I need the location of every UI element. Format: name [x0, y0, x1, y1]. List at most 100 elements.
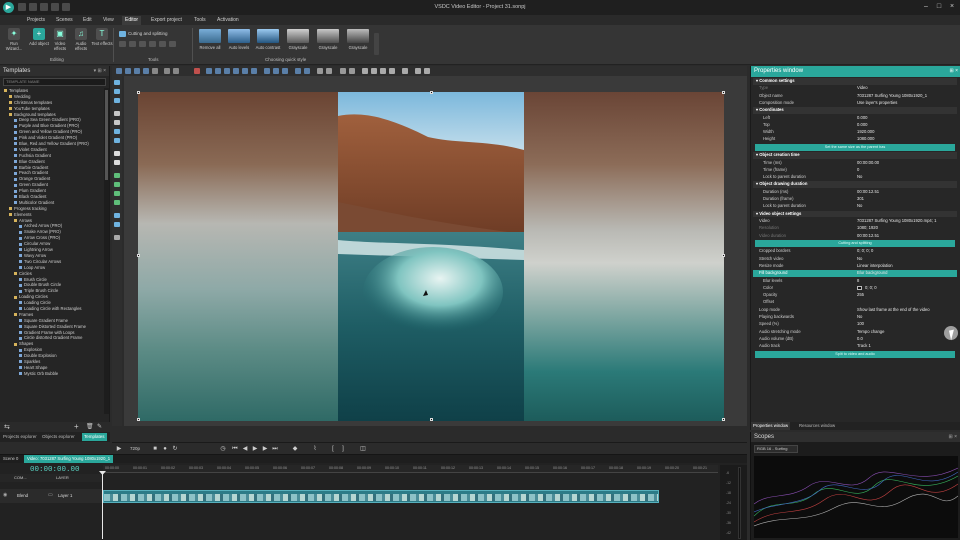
bring-front-icon[interactable]	[317, 68, 323, 74]
tab-activation[interactable]: Activation	[214, 16, 242, 25]
grid-icon[interactable]	[362, 68, 368, 74]
property-row[interactable]: Left 0.000	[753, 115, 957, 122]
delete-template-icon[interactable]: 🗑	[86, 423, 94, 430]
guides-icon[interactable]	[380, 68, 386, 74]
property-value[interactable]: 7031287 Surfing Young 1080x1920_1	[857, 93, 927, 100]
audio-spectrum-icon[interactable]	[114, 200, 120, 205]
tab-templates[interactable]: Templates	[82, 433, 107, 441]
property-action-button[interactable]: Set the same size as the parent has	[755, 144, 955, 151]
paste-icon[interactable]	[143, 68, 149, 74]
rectangle-tool-icon[interactable]	[114, 120, 120, 125]
crop-tool-icon[interactable]	[119, 41, 126, 47]
text-tool-icon[interactable]	[114, 151, 120, 156]
step-forward-icon[interactable]: ▶	[262, 446, 268, 452]
rotate-tool-icon[interactable]	[129, 41, 136, 47]
grayscale-style-thumb[interactable]	[317, 29, 339, 43]
auto-contrast-style-label[interactable]: Auto contrast	[254, 45, 282, 50]
property-value[interactable]: 0; 0; 0	[865, 285, 877, 292]
speed-tool-icon[interactable]	[149, 41, 156, 47]
property-value[interactable]: 8	[857, 278, 859, 285]
movement-tool-icon[interactable]	[114, 213, 120, 218]
new-project-icon[interactable]	[18, 3, 26, 11]
send-back-icon[interactable]	[326, 68, 332, 74]
property-value[interactable]: Track 1	[857, 343, 871, 350]
property-section[interactable]: ▾ Coordinates	[753, 107, 957, 114]
property-row[interactable]: Resize mode Linear interpolation	[753, 263, 957, 270]
property-value[interactable]: Tempo change	[857, 329, 884, 336]
align-center-icon[interactable]	[215, 68, 221, 74]
property-row[interactable]: Height 1080.000	[753, 136, 957, 143]
track-blend-mode[interactable]: Blend	[17, 493, 28, 498]
tab-properties-window[interactable]: Properties window	[751, 422, 791, 430]
line-tool-icon[interactable]	[114, 111, 120, 116]
scope-selector[interactable]: RGB 16 - Surfing	[754, 445, 798, 453]
track-row[interactable]: ◉ Blend ▭ Layer 1	[0, 489, 103, 503]
pointer-tool-icon[interactable]	[114, 80, 120, 85]
cut-icon[interactable]	[119, 31, 126, 37]
tab-scenes[interactable]: Scenes	[53, 16, 76, 25]
marker-icon[interactable]: ◆	[292, 446, 298, 452]
resize-handle[interactable]	[430, 91, 433, 94]
sprite-tool-icon[interactable]	[114, 182, 120, 187]
remove-all-style-thumb[interactable]	[199, 29, 221, 43]
scrollbar-thumb[interactable]	[105, 90, 108, 180]
copy-icon[interactable]	[134, 68, 140, 74]
align-top-icon[interactable]	[233, 68, 239, 74]
property-value[interactable]: 301	[857, 196, 864, 203]
property-value[interactable]: Blur background	[857, 270, 888, 277]
tab-view[interactable]: View	[100, 16, 117, 25]
edit-template-icon[interactable]: ✎	[97, 423, 102, 430]
property-section[interactable]: ▾ Object drawing duration	[753, 181, 957, 188]
property-value[interactable]: No	[857, 174, 862, 181]
split-icon[interactable]: ⌇	[312, 446, 318, 452]
go-end-icon[interactable]: ⏭	[272, 446, 278, 452]
chart-tool-icon[interactable]	[114, 173, 120, 178]
property-row[interactable]: Playing backwards No	[753, 314, 957, 321]
property-row[interactable]: Top 0.000	[753, 122, 957, 129]
tab-editor[interactable]: Editor	[122, 16, 142, 25]
stop-icon[interactable]: ■	[152, 446, 158, 452]
property-row[interactable]: Audio volume (dB) 0.0	[753, 336, 957, 343]
property-row[interactable]: Speed (%) 100	[753, 321, 957, 328]
video-canvas[interactable]	[138, 92, 724, 421]
property-row[interactable]: Resolution 1080; 1920	[753, 225, 957, 232]
align-bottom-icon[interactable]	[251, 68, 257, 74]
align-left-icon[interactable]	[206, 68, 212, 74]
polygon-tool-icon[interactable]	[114, 138, 120, 143]
add-object-button[interactable]: + Add object	[28, 28, 50, 46]
property-value[interactable]: 0	[857, 167, 859, 174]
run-wizard-button[interactable]: ✦ Run Wizard...	[3, 28, 25, 51]
color-swatch[interactable]	[857, 285, 862, 291]
tab-scene-0[interactable]: Scene 0	[0, 455, 21, 463]
auto-contrast-style-thumb[interactable]	[257, 29, 279, 43]
maximize-icon[interactable]: □	[933, 2, 945, 12]
property-value[interactable]: 1080.000	[857, 136, 874, 143]
close-icon[interactable]: ×	[946, 2, 958, 12]
play-button-icon[interactable]: ▶	[252, 446, 258, 452]
property-action-button[interactable]: Split to video and audio	[755, 350, 955, 358]
property-row[interactable]: Opacity 255	[753, 292, 957, 299]
redo-icon[interactable]	[62, 3, 70, 11]
time-ruler[interactable]: 00:00:00 00:00:01 00:00:02 00:00:03 00:00:04…	[103, 465, 718, 473]
timer-icon[interactable]: ◷	[220, 446, 226, 452]
video-object-icon[interactable]	[114, 89, 120, 94]
auto-levels-style-thumb[interactable]	[228, 29, 250, 43]
property-row[interactable]: Time (frame) 0	[753, 167, 957, 174]
property-row[interactable]: Cropped borders 0; 0; 0; 0	[753, 248, 957, 255]
layer-up-icon[interactable]	[340, 68, 346, 74]
ungroup-icon[interactable]	[304, 68, 310, 74]
collapse-icon[interactable]: ⇆	[4, 423, 10, 431]
align-middle-icon[interactable]	[242, 68, 248, 74]
pin-close-icon[interactable]: ▾ ⊞ ×	[94, 66, 106, 76]
delete-icon[interactable]	[152, 68, 158, 74]
resize-handle[interactable]	[722, 91, 725, 94]
grayscale-style-thumb[interactable]	[287, 29, 309, 43]
property-section[interactable]: ▾ Object creation time	[753, 152, 957, 159]
add-template-icon[interactable]: +	[74, 422, 79, 431]
undo-icon[interactable]	[51, 3, 59, 11]
property-value[interactable]: Show last frame at the end of the video	[857, 307, 930, 314]
property-row[interactable]: Video duration 00:00:12.51	[753, 233, 957, 240]
property-value[interactable]: 1920.000	[857, 129, 874, 136]
record-icon[interactable]: ●	[162, 446, 168, 452]
align-right-icon[interactable]	[224, 68, 230, 74]
